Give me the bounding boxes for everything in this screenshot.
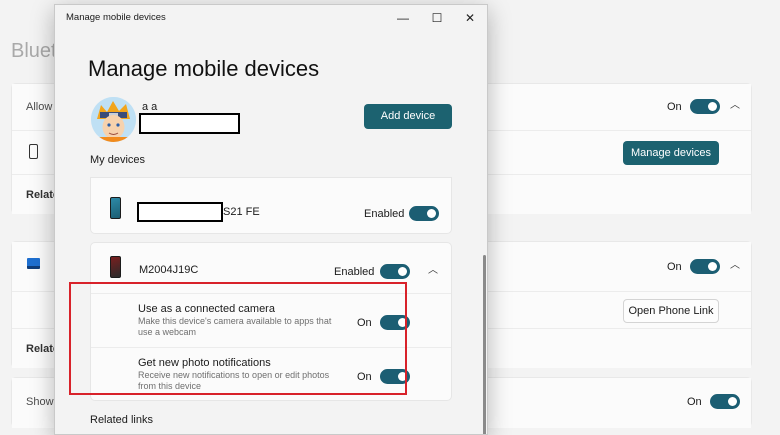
close-icon[interactable]: ✕: [455, 8, 485, 28]
show-state-text: On: [687, 396, 702, 408]
title-bar[interactable]: Manage mobile devices — ☐ ✕: [55, 5, 487, 31]
redacted-email: [139, 113, 240, 134]
user-name: a a: [142, 101, 158, 113]
allow-label: Allow: [26, 101, 53, 113]
settings-page-title: Bluet: [11, 40, 57, 62]
related-links-label: Related links: [90, 414, 153, 426]
open-phone-link-button[interactable]: Open Phone Link: [623, 299, 719, 323]
my-devices-label: My devices: [90, 154, 146, 166]
device-enabled-toggle[interactable]: [380, 264, 410, 279]
chevron-up-icon[interactable]: ︿: [427, 265, 439, 277]
dialog-scrollbar[interactable]: [483, 255, 486, 434]
device-status-text: Enabled: [364, 208, 405, 220]
phone-link-toggle[interactable]: [690, 259, 720, 274]
dialog-heading: Manage mobile devices: [88, 56, 320, 81]
device-enabled-toggle[interactable]: [409, 206, 439, 221]
window-title: Manage mobile devices: [66, 12, 166, 23]
phone-icon: [110, 197, 121, 219]
phone-link-state-text: On: [667, 261, 682, 273]
phone-icon: [110, 256, 121, 278]
maximize-icon[interactable]: ☐: [422, 8, 452, 28]
redacted-device-name: [137, 202, 223, 222]
phone-link-app-icon: [27, 258, 40, 269]
chevron-up-icon[interactable]: ︿: [729, 100, 741, 112]
add-device-button[interactable]: Add device: [364, 104, 452, 129]
device-card: S21 FE Enabled: [90, 177, 452, 234]
user-avatar: [91, 97, 136, 142]
allow-toggle[interactable]: [690, 99, 720, 114]
device-name: M2004J19C: [139, 264, 199, 276]
phone-icon: [29, 144, 38, 159]
device-status-text: Enabled: [334, 266, 375, 278]
highlight-box: [69, 282, 407, 395]
chevron-up-icon[interactable]: ︿: [729, 260, 741, 272]
minimize-icon[interactable]: —: [388, 8, 418, 28]
show-toggle[interactable]: [710, 394, 740, 409]
device-name-suffix: S21 FE: [223, 206, 260, 218]
allow-state-text: On: [667, 101, 682, 113]
manage-devices-button[interactable]: Manage devices: [623, 141, 719, 165]
